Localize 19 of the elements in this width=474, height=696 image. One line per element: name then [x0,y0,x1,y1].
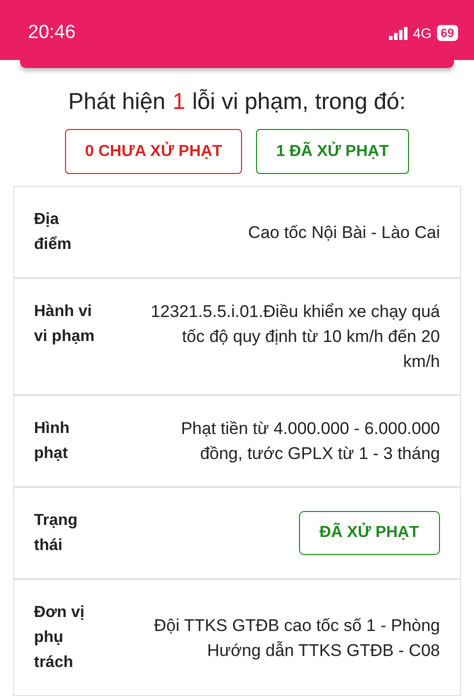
field-label: Đơn vị phụ trách [34,603,86,673]
violation-count: 1 [172,88,186,115]
status-badge: ĐÃ XỬ PHẠT [298,511,440,555]
field-value: Phạt tiền từ 4.000.000 - 6.000.000 đồng, tước GPLX từ 1 - 3 tháng [180,418,440,465]
summary-text: Phát hiện [68,88,166,115]
field-label: Hành vi vi phạm [34,302,96,347]
summary-text: lỗi vi phạm, trong đó: [192,88,406,115]
field-value: 12321.5.5.i.01.Điều khiển xe chạy quá tốc độ quy định từ 10 km/h đến 20 km/h [150,301,440,373]
field-value: Cao tốc Nội Bài - Lào Cai [248,222,440,244]
field-label: Địa điểm [34,210,72,255]
battery-level: 69 [436,25,458,41]
filter-button[interactable]: 0 CHƯA XỬ PHẠT [65,129,242,174]
field-label: Hình phạt [34,419,71,464]
network-type: 4G [412,25,432,41]
signal-icon [388,26,409,40]
status-time: 20:46 [28,22,77,44]
filter-button[interactable]: 1 ĐÃ XỬ PHẠT [256,129,409,174]
field-label: Trạng thái [34,511,79,556]
field-value: Đội TTKS GTĐB cao tốc số 1 - Phòng Hướng dẫn TTKS GTĐB - C08 [153,614,440,662]
